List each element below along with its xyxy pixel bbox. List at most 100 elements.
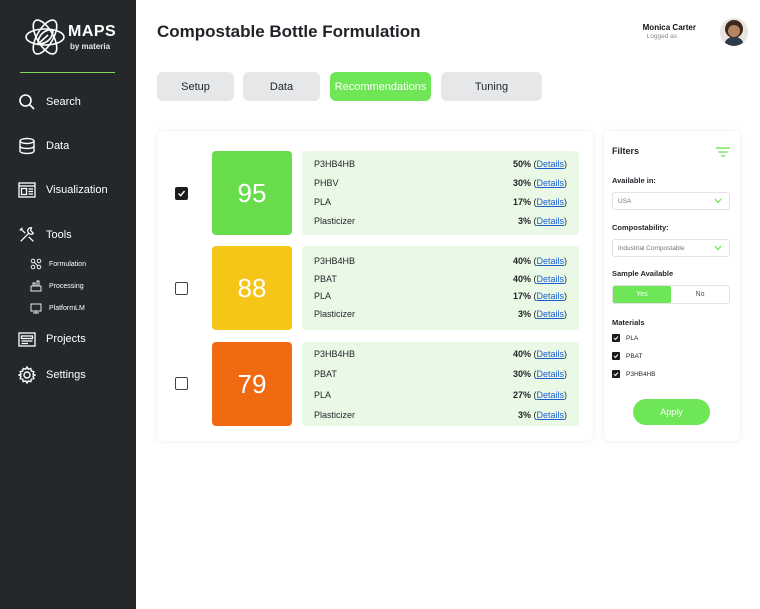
atom-leaf-logo-icon: [25, 19, 65, 55]
checkbox[interactable]: [612, 370, 620, 378]
details-link[interactable]: Details: [536, 197, 564, 207]
avatar[interactable]: [720, 18, 748, 46]
material-filter-item[interactable]: PLA: [612, 334, 638, 342]
details-link[interactable]: Details: [536, 159, 564, 169]
checkmark-icon: [613, 354, 619, 359]
material-name: PHBV: [314, 178, 339, 188]
material-name: P3HB4HB: [314, 349, 356, 359]
brand-logo[interactable]: MAPS by materia: [22, 14, 122, 60]
material-name: PLA: [314, 291, 332, 301]
gear-icon: [18, 366, 36, 384]
processing-icon: [30, 280, 42, 292]
material-percent: 40% (Details): [512, 256, 567, 266]
material-name: PBAT: [314, 369, 337, 379]
formulation-icon: [30, 258, 42, 270]
material-name: PLA: [314, 197, 332, 207]
sidebar-subitem-platformlm[interactable]: PlatformLM: [30, 302, 85, 314]
material-percent: 30% (Details): [512, 369, 567, 379]
material-percent-value: 3%: [517, 309, 531, 319]
recommendations-panel: 95 P3HB4HB 50% (Details) PHBV 30% (Detai…: [157, 131, 593, 441]
sample-available-label: Sample Available: [612, 269, 674, 278]
material-filter-label: PBAT: [626, 352, 643, 360]
tab-data[interactable]: Data: [243, 72, 320, 101]
checkbox[interactable]: [612, 352, 620, 360]
material-filter-item[interactable]: P3HB4HB: [612, 370, 656, 378]
sidebar: MAPS by materia Search Data Visualizatio…: [0, 0, 136, 609]
sidebar-item-label: Settings: [46, 369, 86, 381]
sidebar-subitem-formulation[interactable]: Formulation: [30, 258, 86, 270]
sidebar-item-settings[interactable]: Settings: [18, 366, 86, 384]
row-checkbox[interactable]: [175, 187, 188, 200]
sidebar-item-data[interactable]: Data: [18, 137, 69, 155]
sidebar-item-label: Search: [46, 96, 81, 108]
material-percent-value: 40%: [512, 349, 531, 359]
material-name: Plasticizer: [314, 410, 356, 420]
checkmark-icon: [613, 372, 619, 377]
filters-title: Filters: [612, 146, 640, 156]
sidebar-item-label: Projects: [46, 333, 86, 345]
material-filter-item[interactable]: PBAT: [612, 352, 643, 360]
available-label: Available in:: [612, 176, 656, 185]
row-checkbox[interactable]: [175, 377, 188, 390]
sample-no-button[interactable]: No: [671, 286, 729, 303]
compostability-select[interactable]: Industrial Compostable: [612, 239, 730, 257]
filter-icon[interactable]: [716, 146, 730, 158]
formulation-materials: P3HB4HB 40% (Details) PBAT 30% (Details)…: [302, 342, 579, 426]
user-status: Logged as: [646, 33, 677, 40]
sidebar-item-label: Visualization: [46, 184, 108, 196]
apply-button[interactable]: Apply: [633, 399, 710, 425]
material-percent: 3% (Details): [517, 410, 567, 420]
score-badge: 88: [212, 246, 292, 330]
sidebar-item-visualization[interactable]: Visualization: [18, 181, 108, 199]
page-title: Compostable Bottle Formulation: [157, 22, 421, 41]
chevron-down-icon: [714, 198, 722, 204]
available-value: USA: [618, 197, 632, 205]
material-percent-value: 17%: [512, 197, 531, 207]
details-link[interactable]: Details: [536, 309, 564, 319]
material-percent-value: 40%: [512, 256, 531, 266]
filters-panel: Filters Available in: USA Compostability…: [604, 131, 740, 441]
material-percent-value: 50%: [512, 159, 531, 169]
material-filter-label: P3HB4HB: [626, 370, 656, 378]
details-link[interactable]: Details: [536, 256, 564, 266]
details-link[interactable]: Details: [536, 410, 564, 420]
details-link[interactable]: Details: [536, 178, 564, 188]
sidebar-divider: [20, 72, 115, 73]
details-link[interactable]: Details: [536, 349, 564, 359]
sidebar-item-search[interactable]: Search: [18, 93, 81, 111]
details-link[interactable]: Details: [536, 369, 564, 379]
tab-setup[interactable]: Setup: [157, 72, 234, 101]
details-link[interactable]: Details: [536, 274, 564, 284]
details-link[interactable]: Details: [536, 390, 564, 400]
score-badge: 95: [212, 151, 292, 235]
brand-subtitle: by materia: [70, 42, 111, 51]
sidebar-subitem-processing[interactable]: Processing: [30, 280, 84, 292]
material-percent: 3% (Details): [517, 309, 567, 319]
details-link[interactable]: Details: [536, 216, 564, 226]
material-percent: 17% (Details): [512, 197, 567, 207]
sidebar-subitem-label: PlatformLM: [49, 304, 85, 312]
database-icon: [18, 137, 36, 155]
material-percent-value: 30%: [512, 369, 531, 379]
available-select[interactable]: USA: [612, 192, 730, 210]
material-name: P3HB4HB: [314, 159, 356, 169]
material-name: Plasticizer: [314, 216, 356, 226]
user-profile[interactable]: Monica Carter Logged as: [628, 18, 748, 48]
compostability-label: Compostability:: [612, 223, 669, 232]
details-link[interactable]: Details: [536, 291, 564, 301]
sidebar-item-projects[interactable]: Projects: [18, 330, 86, 348]
sidebar-item-tools[interactable]: Tools: [18, 226, 72, 244]
user-name: Monica Carter: [642, 23, 696, 32]
material-percent-value: 3%: [517, 410, 531, 420]
checkmark-icon: [178, 190, 186, 197]
tab-tuning[interactable]: Tuning: [441, 72, 542, 101]
sample-yes-button[interactable]: Yes: [613, 286, 671, 303]
checkbox[interactable]: [612, 334, 620, 342]
tab-recommendations[interactable]: Recommendations: [330, 72, 431, 101]
sidebar-item-label: Data: [46, 140, 70, 152]
formulation-materials: P3HB4HB 40% (Details) PBAT 40% (Details)…: [302, 246, 579, 330]
row-checkbox[interactable]: [175, 282, 188, 295]
material-percent: 27% (Details): [512, 390, 567, 400]
score-badge: 79: [212, 342, 292, 426]
material-filter-label: PLA: [626, 334, 639, 342]
